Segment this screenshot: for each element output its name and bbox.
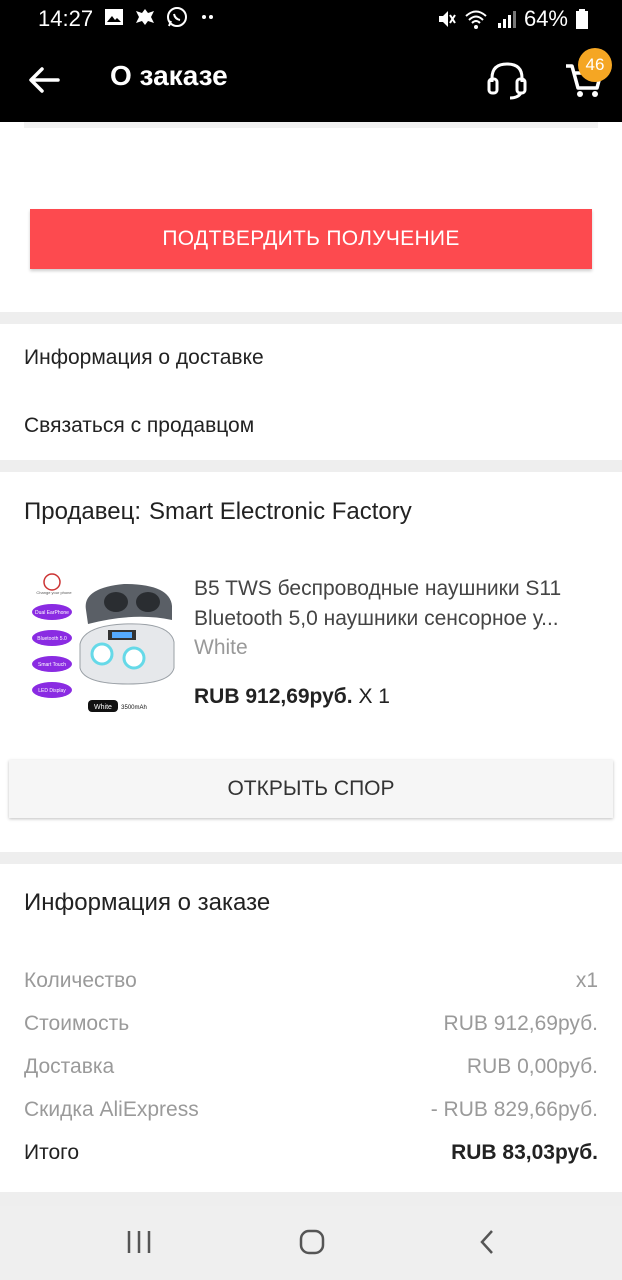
nav-recent-icon[interactable] xyxy=(126,1228,152,1256)
notification-icons xyxy=(104,6,218,28)
thumb-label: 3500mAh xyxy=(121,705,147,711)
thumb-label: Change your phone xyxy=(36,590,72,595)
thumb-label: Smart Touch xyxy=(38,662,66,668)
order-info-section: Информация о заказе Количество x1 Стоимо… xyxy=(0,864,622,1192)
order-row-total: Итого RUB 83,03руб. xyxy=(24,1141,598,1165)
order-row-value: - RUB 829,66руб. xyxy=(430,1098,598,1121)
seller-name: Smart Electronic Factory xyxy=(149,498,412,525)
order-row-shipping: Доставка RUB 0,00руб. xyxy=(24,1055,598,1079)
order-row-value: RUB 83,03руб. xyxy=(451,1141,598,1164)
product-section: Продавец: Smart Electronic Factory Change… xyxy=(0,472,622,852)
open-dispute-button[interactable]: ОТКРЫТЬ СПОР xyxy=(9,760,613,818)
emblem-icon xyxy=(136,9,154,25)
support-headset-icon[interactable] xyxy=(486,58,528,100)
order-row-label: Итого xyxy=(24,1141,80,1164)
battery-percent: 64% xyxy=(523,6,568,31)
system-nav-bar xyxy=(0,1206,622,1280)
nav-back-icon[interactable] xyxy=(476,1228,498,1256)
whatsapp-icon xyxy=(167,7,187,27)
app-bar: О заказе 46 xyxy=(0,38,622,122)
links-section: Информация о доставке Связаться с продав… xyxy=(0,324,622,460)
order-row-quantity: Количество x1 xyxy=(24,969,598,993)
order-row-value: x1 xyxy=(575,969,598,992)
mute-icon xyxy=(438,11,456,27)
status-bar: 14:27 64% xyxy=(0,0,622,38)
contact-seller-link[interactable]: Связаться с продавцом xyxy=(24,414,254,438)
seller-row[interactable]: Продавец: Smart Electronic Factory xyxy=(24,498,412,526)
seller-label: Продавец: xyxy=(24,498,142,525)
page-title: О заказе xyxy=(110,60,228,91)
battery-icon xyxy=(576,9,588,29)
order-row-label: Количество xyxy=(24,969,137,992)
order-row-value: RUB 0,00руб. xyxy=(466,1055,598,1078)
order-row-cost: Стоимость RUB 912,69руб. xyxy=(24,1012,598,1036)
order-row-label: Доставка xyxy=(24,1055,115,1078)
status-time: 14:27 xyxy=(38,6,94,31)
wifi-icon xyxy=(465,10,487,29)
product-name[interactable]: B5 TWS беспроводные наушники S11 Bluetoo… xyxy=(194,574,604,634)
cart-badge: 46 xyxy=(578,48,612,82)
order-row-value: RUB 912,69руб. xyxy=(443,1012,598,1035)
product-price-row: RUB 912,69руб. X 1 xyxy=(194,685,390,709)
product-price: RUB 912,69руб. xyxy=(194,685,353,708)
confirm-receipt-button[interactable]: ПОДТВЕРДИТЬ ПОЛУЧЕНИЕ xyxy=(30,209,592,269)
thumb-label: White xyxy=(94,704,112,711)
back-arrow-icon[interactable] xyxy=(26,62,62,98)
image-icon xyxy=(105,9,123,25)
confirm-section: ПОДТВЕРДИТЬ ПОЛУЧЕНИЕ xyxy=(0,122,622,312)
more-dots-icon xyxy=(202,15,213,19)
order-info-title: Информация о заказе xyxy=(24,889,271,916)
status-right: 64% xyxy=(436,6,588,32)
thumb-label: Bluetooth 5.0 xyxy=(37,636,67,642)
divider xyxy=(24,122,598,128)
order-row-discount: Скидка AliExpress - RUB 829,66руб. xyxy=(24,1098,598,1122)
thumb-label: Dual EarPhone xyxy=(35,610,69,616)
delivery-info-link[interactable]: Информация о доставке xyxy=(24,346,264,370)
order-row-label: Скидка AliExpress xyxy=(24,1098,199,1121)
order-row-label: Стоимость xyxy=(24,1012,130,1035)
product-variant: White xyxy=(194,636,248,659)
thumb-label: LED Display xyxy=(38,688,66,694)
nav-home-icon[interactable] xyxy=(298,1228,326,1256)
product-qty: X 1 xyxy=(358,685,390,708)
product-thumbnail[interactable]: Change your phone Dual EarPhone Bluetoot… xyxy=(24,572,176,724)
signal-icon xyxy=(497,11,516,28)
